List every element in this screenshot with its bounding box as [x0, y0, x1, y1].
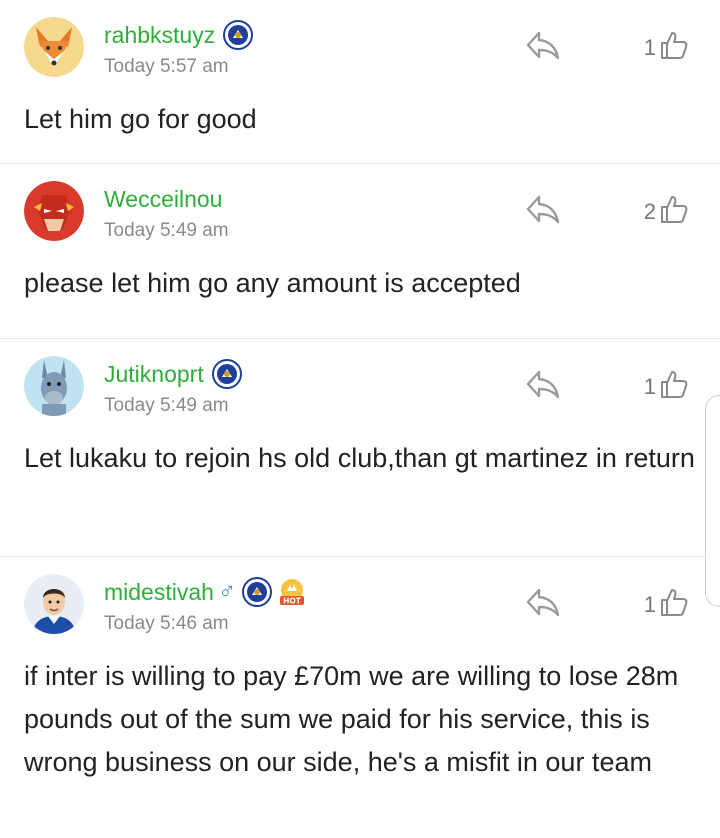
hot-badge-icon: HOT [276, 577, 308, 607]
thumbs-up-icon [660, 587, 688, 622]
like-button[interactable]: 1 [644, 587, 688, 622]
username[interactable]: midestivah [104, 579, 214, 606]
comment-item: Wecceilnou Today 5:49 am 2 please let hi… [0, 164, 720, 339]
like-button[interactable]: 2 [644, 194, 688, 229]
reply-icon[interactable] [525, 586, 561, 618]
like-count: 1 [643, 591, 656, 617]
comment-item: midestivah ♂ HOT Today 5:46 am 1 if inte… [0, 557, 720, 838]
comment-item: Jutiknoprt Today 5:49 am 1 Let lukaku to… [0, 339, 720, 557]
fox-avatar-icon[interactable] [24, 17, 84, 77]
username[interactable]: Jutiknoprt [104, 361, 204, 388]
edge-panel-handle[interactable] [705, 395, 720, 607]
like-count: 2 [643, 198, 656, 224]
reply-icon[interactable] [525, 193, 561, 225]
chelsea-badge-icon [241, 577, 272, 607]
comment-text: Let lukaku to rejoin hs old club,than gt… [24, 443, 695, 473]
comment-item: rahbkstuyz Today 5:57 am 1 Let him go fo… [0, 0, 720, 164]
timestamp: Today 5:46 am [104, 613, 229, 634]
timestamp: Today 5:49 am [104, 395, 229, 416]
donkey-avatar-icon[interactable] [24, 356, 84, 416]
username[interactable]: Wecceilnou [104, 186, 222, 213]
timestamp: Today 5:49 am [104, 220, 229, 241]
male-gender-icon: ♂ [217, 578, 236, 605]
like-count: 1 [643, 373, 656, 399]
reply-icon[interactable] [525, 368, 561, 400]
flash-avatar-icon[interactable] [24, 181, 84, 241]
thumbs-up-icon [660, 194, 688, 229]
username[interactable]: rahbkstuyz [104, 22, 215, 49]
comment-text: Let him go for good [24, 104, 257, 134]
chelsea-badge-icon [223, 20, 254, 50]
thumbs-up-icon [660, 30, 688, 65]
comment-text: please let him go any amount is accepted [24, 268, 521, 298]
comment-text: if inter is willing to pay £70m we are w… [24, 661, 679, 777]
like-button[interactable]: 1 [644, 369, 688, 404]
thumbs-up-icon [660, 369, 688, 404]
like-count: 1 [643, 34, 656, 60]
hot-badge-label: HOT [283, 597, 302, 606]
chelsea-badge-icon [211, 359, 242, 389]
reply-icon[interactable] [525, 29, 561, 61]
player-avatar-icon[interactable] [24, 574, 84, 634]
like-button[interactable]: 1 [644, 30, 688, 65]
timestamp: Today 5:57 am [104, 56, 229, 77]
